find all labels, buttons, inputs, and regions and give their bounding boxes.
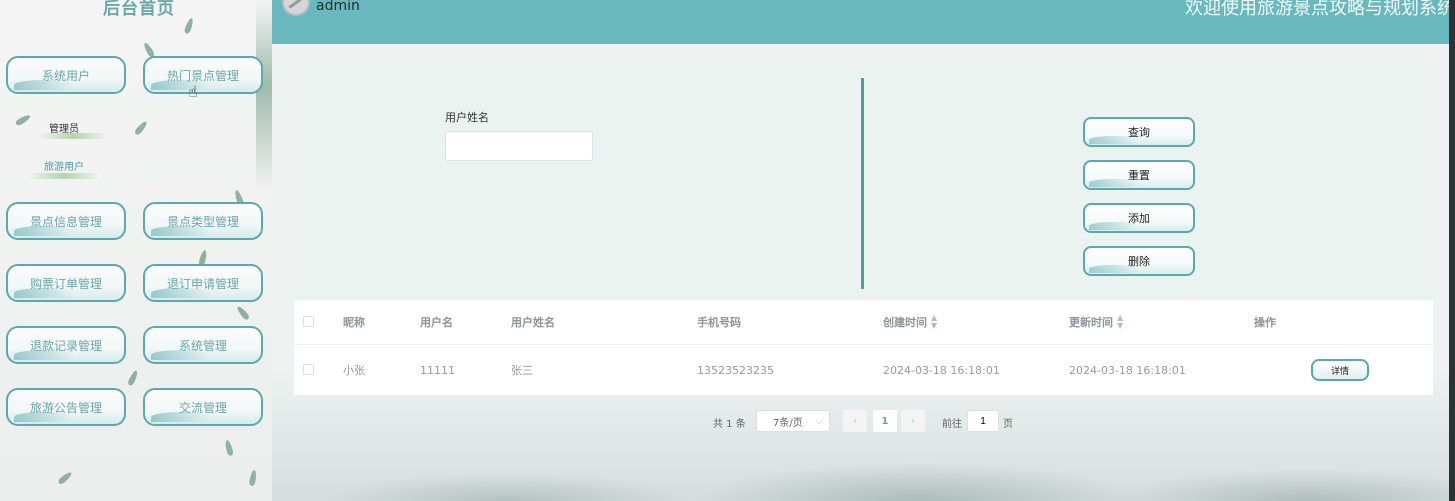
avatar[interactable] — [282, 0, 310, 16]
menu-refund-records[interactable]: 退款记录管理 — [6, 326, 126, 364]
hand-cursor-icon: ☝ — [188, 82, 198, 101]
menu-spot-info[interactable]: 景点信息管理 — [6, 202, 126, 240]
page-size-value: 7条/页 — [773, 417, 803, 429]
top-header: admin 欢迎使用旅游景点攻略与规划系统 — [272, 0, 1455, 44]
table-row: 小张 11111 张三 13523523235 2024-03-18 16:18… — [294, 345, 1433, 396]
column-actions: 操作 — [1254, 316, 1276, 329]
select-all-checkbox[interactable] — [303, 316, 314, 327]
pagination-total: 共 1 条 — [713, 419, 746, 430]
submenu-item-tourist-users[interactable]: 旅游用户 — [44, 158, 84, 173]
cell-updated-time: 2024-03-18 16:18:01 — [1069, 363, 1186, 377]
column-username: 用户名 — [420, 316, 453, 329]
submenu-brush-decoration — [28, 173, 100, 179]
header-username[interactable]: admin — [316, 0, 360, 14]
panel-divider — [861, 78, 864, 289]
sidebar-home-title[interactable]: 后台首页 — [103, 0, 175, 19]
column-created-time[interactable]: 创建时间 ▲ ▼ — [883, 300, 937, 344]
search-panel: 用户姓名 查询 重置 添加 删除 — [294, 66, 1433, 300]
menu-ticket-orders[interactable]: 购票订单管理 — [6, 264, 126, 302]
leaf-decoration — [14, 113, 32, 127]
page-unit-label: 页 — [1003, 419, 1013, 430]
page-number-1[interactable]: 1 — [873, 410, 897, 432]
cell-username: 11111 — [420, 363, 455, 377]
leaf-decoration — [183, 17, 195, 35]
pagination: 共 1 条 7条/页 ⌵ ‹ 1 › 前往 页 — [272, 410, 1449, 432]
menu-cancel-requests[interactable]: 退订申请管理 — [143, 264, 263, 302]
query-button[interactable]: 查询 — [1083, 117, 1195, 147]
chevron-down-icon: ⌵ — [815, 415, 823, 427]
header-welcome-text: 欢迎使用旅游景点攻略与规划系统 — [1185, 0, 1455, 19]
prev-page-button[interactable]: ‹ — [843, 410, 867, 432]
menu-spot-types[interactable]: 景点类型管理 — [143, 202, 263, 240]
goto-page-input[interactable] — [967, 410, 999, 432]
add-button[interactable]: 添加 — [1083, 203, 1195, 233]
leaf-decoration — [235, 304, 251, 322]
menu-announcements[interactable]: 旅游公告管理 — [6, 388, 126, 426]
page-size-select[interactable]: 7条/页 ⌵ — [756, 410, 830, 432]
cell-nickname: 小张 — [343, 364, 365, 377]
next-page-button[interactable]: › — [901, 410, 925, 432]
leaf-decoration — [126, 369, 140, 387]
goto-label: 前往 — [942, 419, 962, 430]
users-table: 昵称 用户名 用户姓名 手机号码 创建时间 ▲ ▼ 更新时间 ▲ ▼ 操作 小张 1… — [294, 300, 1433, 396]
cell-realname: 张三 — [511, 364, 533, 377]
menu-system-users[interactable]: 系统用户 — [6, 56, 126, 94]
leaf-decoration — [248, 469, 258, 487]
sort-icon[interactable]: ▲ ▼ — [931, 314, 937, 330]
menu-communication[interactable]: 交流管理 — [143, 388, 263, 426]
column-updated-label: 更新时间 — [1069, 316, 1113, 329]
column-created-label: 创建时间 — [883, 316, 927, 329]
search-input-username[interactable] — [445, 131, 593, 161]
decorative-branch — [256, 0, 272, 190]
search-label-username: 用户姓名 — [445, 111, 489, 124]
leaf-decoration — [224, 439, 234, 457]
column-phone: 手机号码 — [697, 316, 741, 329]
sidebar: 后台首页 系统用户 热门景点管理 ☝ 管理员 旅游用户 景点信息管理 景点类型管… — [0, 0, 272, 501]
menu-hot-spots[interactable]: 热门景点管理 — [143, 56, 263, 94]
leaf-decoration — [133, 119, 149, 137]
column-nickname: 昵称 — [343, 316, 365, 329]
submenu-item-admin[interactable]: 管理员 — [49, 120, 79, 135]
reset-button[interactable]: 重置 — [1083, 160, 1195, 190]
cell-phone: 13523523235 — [697, 363, 774, 377]
main-content: 用户姓名 查询 重置 添加 删除 昵称 用户名 用户姓名 手机号码 创建时间 ▲… — [272, 44, 1449, 501]
row-checkbox[interactable] — [303, 364, 314, 375]
cell-created-time: 2024-03-18 16:18:01 — [883, 363, 1000, 377]
column-updated-time[interactable]: 更新时间 ▲ ▼ — [1069, 300, 1123, 344]
menu-system-admin[interactable]: 系统管理 — [143, 326, 263, 364]
table-header: 昵称 用户名 用户姓名 手机号码 创建时间 ▲ ▼ 更新时间 ▲ ▼ 操作 — [294, 300, 1433, 345]
window-edge — [1449, 0, 1455, 501]
leaf-decoration — [56, 470, 74, 486]
delete-button[interactable]: 删除 — [1083, 246, 1195, 276]
sort-icon[interactable]: ▲ ▼ — [1117, 314, 1123, 330]
detail-button[interactable]: 详情 — [1311, 359, 1369, 381]
column-realname: 用户姓名 — [511, 316, 555, 329]
